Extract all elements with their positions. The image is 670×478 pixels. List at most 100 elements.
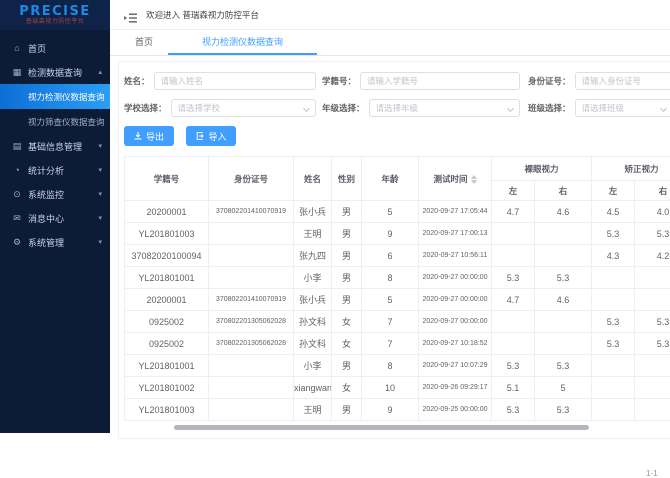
table-cell [492, 245, 535, 267]
table-cell: 2020-09-27 17:00:13 [419, 223, 492, 245]
table-cell: 2020-09-26 09:29:17 [419, 377, 492, 399]
chevron-down-icon: ▾ [98, 166, 102, 174]
name-field: 姓名： [124, 72, 316, 90]
name-input[interactable] [154, 72, 316, 90]
student-id-field: 学籍号： [322, 72, 520, 90]
id-card-input[interactable] [575, 72, 670, 90]
table-cell: 小李 [294, 355, 332, 377]
col-gender: 性别 [332, 157, 362, 201]
class-field: 班级选择： 请选择班级 [528, 99, 670, 117]
table-cell: 男 [332, 201, 362, 223]
table-cell [635, 289, 670, 311]
sidebar-item-home[interactable]: ⌂ 首页 [0, 36, 110, 60]
table-cell: 小李 [294, 267, 332, 289]
class-select[interactable]: 请选择班级 [575, 99, 670, 117]
table-cell: 9 [362, 399, 419, 421]
table-cell: 2020-09-27 10:18:52 [419, 333, 492, 355]
sidebar-item-label: 视力检测仪数据查询 [28, 91, 105, 103]
chevron-down-icon: ▾ [98, 214, 102, 222]
table-cell: 2020-09-25 00:00:00 [419, 399, 492, 421]
table-cell: 张小兵 [294, 289, 332, 311]
table-cell [535, 223, 592, 245]
top-header: 欢迎进入 普瑞森视力防控平台 [110, 0, 670, 30]
table-cell: 4.6 [535, 201, 592, 223]
table-cell: xiangwang [294, 377, 332, 399]
sidebar-item-statistics[interactable]: ◔ 统计分析 ▾ [0, 158, 110, 182]
col-group-corrected-vision: 矫正视力 [592, 157, 670, 181]
table-cell: 5.3 [592, 311, 635, 333]
sidebar-item-label: 检测数据查询 [28, 66, 82, 79]
table-row: 20200001370802201410070919张小兵男52020-09-2… [125, 201, 670, 223]
col-group-naked-vision: 裸眼视力 [492, 157, 592, 181]
school-select-placeholder: 请选择学校 [178, 102, 300, 114]
table-row: YL201801003王明男92020-09-25 00:00:005.35.3 [125, 399, 670, 421]
table-cell: 370802201305062028 [209, 311, 294, 333]
app-logo: PRECISE 普瑞森视力防控平台 [0, 0, 110, 30]
table-cell: 2020-09-27 17:05:44 [419, 201, 492, 223]
table-cell: YL201801001 [125, 355, 209, 377]
filter-row-2: 学校选择： 请选择学校 年级选择： 请选择年级 班级选择： [124, 99, 670, 117]
horizontal-scrollbar-thumb[interactable] [174, 425, 589, 430]
table-cell: 男 [332, 289, 362, 311]
table-cell: 4.6 [535, 289, 592, 311]
sidebar-item-label: 统计分析 [28, 164, 64, 177]
import-button[interactable]: 导入 [186, 126, 236, 146]
tab-home[interactable]: 首页 [120, 30, 168, 55]
school-select[interactable]: 请选择学校 [171, 99, 316, 117]
table-cell: 8 [362, 355, 419, 377]
table-cell [592, 355, 635, 377]
sidebar-collapse-icon[interactable] [124, 10, 137, 20]
table-cell: 7 [362, 311, 419, 333]
sidebar-item-label: 首页 [28, 42, 46, 55]
chevron-down-icon: ▾ [98, 238, 102, 246]
table-cell: 5.3 [535, 355, 592, 377]
class-select-placeholder: 请选择班级 [582, 102, 657, 114]
table-cell: 4.5 [592, 201, 635, 223]
table-cell: 5.3 [635, 333, 670, 355]
student-id-input[interactable] [360, 72, 520, 90]
table-cell: 370802201410070919 [209, 289, 294, 311]
table-cell [209, 377, 294, 399]
download-icon [134, 132, 142, 140]
sidebar-item-system-settings[interactable]: ⚙ 系统管理 ▾ [0, 230, 110, 254]
sidebar-item-basic-info[interactable]: ▤ 基础信息管理 ▾ [0, 134, 110, 158]
chevron-down-icon [660, 104, 667, 111]
table-cell: 9 [362, 223, 419, 245]
pagination-label: 1-1 [646, 469, 658, 478]
col-corrected-right: 右 [635, 181, 670, 201]
table-cell [592, 289, 635, 311]
tab-vision-detector-query[interactable]: 视力检测仪数据查询 [168, 30, 317, 55]
logo-text: PRECISE [19, 5, 91, 18]
table-cell: 男 [332, 355, 362, 377]
table-row: YL201801001小李男82020-09-27 00:00:005.35.3 [125, 267, 670, 289]
table-cell: 2020-09-27 10:56:11 [419, 245, 492, 267]
table-cell: 男 [332, 399, 362, 421]
sort-icon[interactable] [471, 175, 477, 184]
id-card-field: 身份证号： [528, 72, 670, 90]
table-cell: 男 [332, 267, 362, 289]
table-cell: 5.3 [592, 333, 635, 355]
student-id-label: 学籍号： [322, 75, 356, 87]
table-cell: 5 [362, 289, 419, 311]
grade-label: 年级选择： [322, 102, 365, 114]
table-cell: 5.3 [635, 311, 670, 333]
sidebar-item-detection-data-query[interactable]: ▦ 检测数据查询 ▴ [0, 60, 110, 84]
table-cell: 10 [362, 377, 419, 399]
grade-select[interactable]: 请选择年级 [369, 99, 520, 117]
message-icon: ✉ [12, 213, 22, 224]
table-cell [492, 223, 535, 245]
table-cell [209, 223, 294, 245]
table-cell: 5 [362, 201, 419, 223]
sidebar-item-message-center[interactable]: ✉ 消息中心 ▾ [0, 206, 110, 230]
table-cell: 男 [332, 223, 362, 245]
sidebar-item-vision-detector-query[interactable]: 视力检测仪数据查询 [0, 84, 110, 109]
sidebar-item-system-monitor[interactable]: ⊙ 系统监控 ▾ [0, 182, 110, 206]
table-cell: 370802201305062028 [209, 333, 294, 355]
grade-field: 年级选择： 请选择年级 [322, 99, 520, 117]
table-cell [635, 267, 670, 289]
table-cell: 孙文科 [294, 311, 332, 333]
col-test-time[interactable]: 测试时间 [419, 157, 492, 201]
export-button[interactable]: 导出 [124, 126, 174, 146]
sidebar-item-vision-screener-query[interactable]: 视力筛查仪数据查询 [0, 109, 110, 134]
table-cell: 女 [332, 377, 362, 399]
